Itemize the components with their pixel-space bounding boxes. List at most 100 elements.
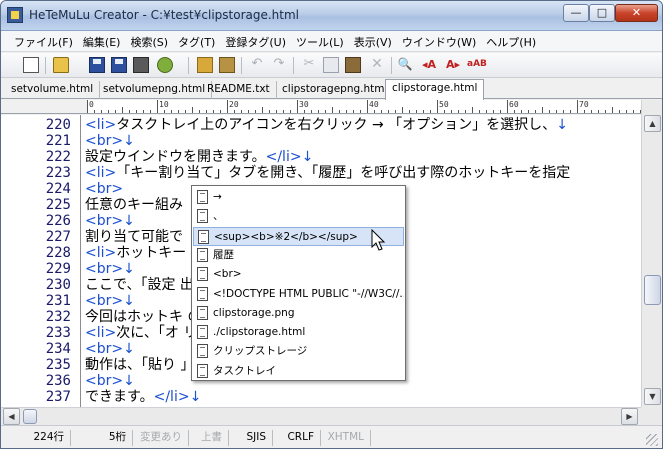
delete-icon[interactable]: ✕ (369, 57, 385, 73)
editor-line[interactable]: 221 <br>↓ (1, 133, 641, 149)
line-number: 237 (45, 389, 71, 405)
menu-bar: ファイル(F) 編集(E) 検索(S) タグ(T) 登録タグ(U) ツール(L)… (1, 31, 662, 52)
ruler-ticks (87, 100, 641, 113)
close-button[interactable]: ✕ (615, 4, 658, 22)
document-icon (197, 325, 208, 340)
ruler-label: 50 (439, 100, 449, 109)
gutter-separator (80, 115, 81, 407)
menu-file[interactable]: ファイル(F) (9, 31, 78, 51)
paste-icon[interactable] (345, 57, 361, 73)
scroll-right-button[interactable]: ▶ (621, 408, 638, 425)
completion-popup[interactable]: → 、 <sup><b>※2</b></sup> 履歴 <br> <!DOCTYPE HT… (191, 185, 406, 381)
menu-help[interactable]: ヘルプ(H) (481, 31, 541, 51)
scroll-down-button[interactable]: ▼ (644, 388, 661, 405)
editor-line[interactable]: 223 <li>「キー割り当て」タブを開き、「履歴」を呼び出す際のホットキーを指定 (1, 165, 641, 181)
completion-item-label: クリップストレージ (213, 345, 308, 358)
completion-item[interactable]: ./clipstorage.html (193, 323, 404, 342)
completion-item-label: タスクトレイ (213, 364, 276, 377)
find-icon[interactable]: 🔍 (397, 57, 413, 73)
completion-item[interactable]: <!DOCTYPE HTML PUBLIC "-//W3C//... (193, 285, 404, 304)
line-text: <br>↓ (85, 261, 135, 277)
ruler-corner (1, 100, 87, 114)
title-bar[interactable]: HeTeMuLu Creator - C:¥test¥clipstorage.h… (1, 1, 662, 31)
menu-edit[interactable]: 編集(E) (78, 31, 126, 51)
status-column: 5桁 (71, 430, 133, 446)
line-text: 設定ウインドウを開きます。</li>↓ (85, 149, 314, 165)
line-text: <li>タスクトレイ上のアイコンを右クリック → 「オプション」を選択し、↓ (85, 117, 568, 133)
mouse-pointer-icon (371, 229, 386, 251)
open-folder-icon[interactable] (53, 57, 69, 73)
window-title: HeTeMuLu Creator - C:¥test¥clipstorage.h… (29, 8, 300, 22)
horizontal-scrollbar[interactable]: ◀ ▶ (1, 407, 641, 425)
menu-window[interactable]: ウインドウ(W) (397, 31, 481, 51)
new-file-icon[interactable] (23, 57, 39, 73)
completion-item[interactable]: タスクトレイ (193, 362, 404, 381)
completion-item-label: → (213, 191, 222, 203)
completion-item[interactable]: clipstorage.png (193, 304, 404, 323)
line-text: 割り当て可能で (85, 229, 183, 245)
completion-item-label: clipstorage.png (213, 306, 295, 319)
line-text: <br>↓ (85, 213, 135, 229)
open-dir-icon[interactable] (197, 57, 213, 73)
line-text: <br>↓ (85, 293, 135, 309)
line-number: 233 (45, 325, 71, 341)
find-next-icon[interactable]: A▸ (445, 57, 461, 73)
replace-icon[interactable]: aAB (467, 57, 487, 73)
document-icon (198, 229, 209, 244)
tab-clipstorage[interactable]: clipstorage.html (385, 79, 485, 100)
menu-view[interactable]: 表示(V) (349, 31, 397, 51)
resize-grip-icon[interactable] (646, 434, 658, 446)
status-line-ending: CRLF (273, 430, 321, 446)
menu-tools[interactable]: ツール(L) (291, 31, 349, 51)
line-number: 220 (45, 117, 71, 133)
horizontal-scroll-thumb[interactable] (23, 409, 37, 424)
completion-item-label: 、 (213, 210, 224, 223)
save-all-icon[interactable] (133, 57, 149, 73)
tab-setvolume[interactable]: setvolume.html (5, 81, 101, 99)
toolbar-separator (293, 57, 294, 74)
completion-item[interactable]: <br> (193, 265, 404, 284)
tab-setvolumepng[interactable]: setvolumepng.html (97, 81, 213, 99)
document-icon (197, 363, 208, 378)
find-prev-icon[interactable]: ◂A (421, 57, 437, 73)
line-number: 228 (45, 245, 71, 261)
editor-line[interactable]: 222 設定ウインドウを開きます。</li>↓ (1, 149, 641, 165)
line-text: <br> (85, 181, 124, 197)
insert-tag-icon[interactable] (157, 57, 173, 73)
vertical-scrollbar[interactable]: ▲ ▼ (641, 100, 662, 407)
menu-registered-tags[interactable]: 登録タグ(U) (220, 31, 291, 51)
scroll-up-button[interactable]: ▲ (644, 115, 661, 132)
scroll-left-button[interactable]: ◀ (3, 408, 20, 425)
line-number: 231 (45, 293, 71, 309)
editor-line[interactable]: 220 <li>タスクトレイ上のアイコンを右クリック → 「オプション」を選択し、… (1, 117, 641, 133)
document-icon (197, 209, 208, 224)
minimize-button[interactable]: — (563, 4, 589, 22)
ruler-label: 60 (509, 100, 519, 109)
undo-icon[interactable]: ↶ (249, 57, 265, 73)
toolbar-separator (391, 57, 392, 74)
browse-dir-icon[interactable] (219, 57, 235, 73)
app-window: HeTeMuLu Creator - C:¥test¥clipstorage.h… (0, 0, 663, 449)
editor-line[interactable]: 237 できます。</li>↓ (1, 389, 641, 405)
redo-icon[interactable]: ↷ (271, 57, 287, 73)
tab-readme[interactable]: README.txt (201, 81, 277, 99)
app-logo-icon[interactable] (7, 7, 23, 23)
maximize-button[interactable]: □ (589, 4, 615, 22)
copy-icon[interactable] (323, 57, 339, 73)
line-number: 227 (45, 229, 71, 245)
save-as-icon[interactable] (111, 57, 127, 73)
completion-item-label: ./clipstorage.html (213, 326, 306, 339)
tab-clipstoragepng[interactable]: clipstoragepng.html (276, 81, 395, 99)
cut-icon[interactable]: ✂ (301, 57, 317, 73)
menu-tag[interactable]: タグ(T) (173, 31, 220, 51)
menu-search[interactable]: 検索(S) (125, 31, 173, 51)
completion-item[interactable]: → (193, 188, 404, 207)
completion-item[interactable]: 、 (193, 207, 404, 226)
vertical-scroll-thumb[interactable] (644, 275, 661, 305)
document-icon (197, 305, 208, 320)
line-number: 236 (45, 373, 71, 389)
completion-item[interactable]: クリップストレージ (193, 342, 404, 361)
line-text: できます。</li>↓ (85, 389, 202, 405)
completion-item-label: 履歴 (213, 248, 234, 261)
save-icon[interactable] (89, 57, 105, 73)
